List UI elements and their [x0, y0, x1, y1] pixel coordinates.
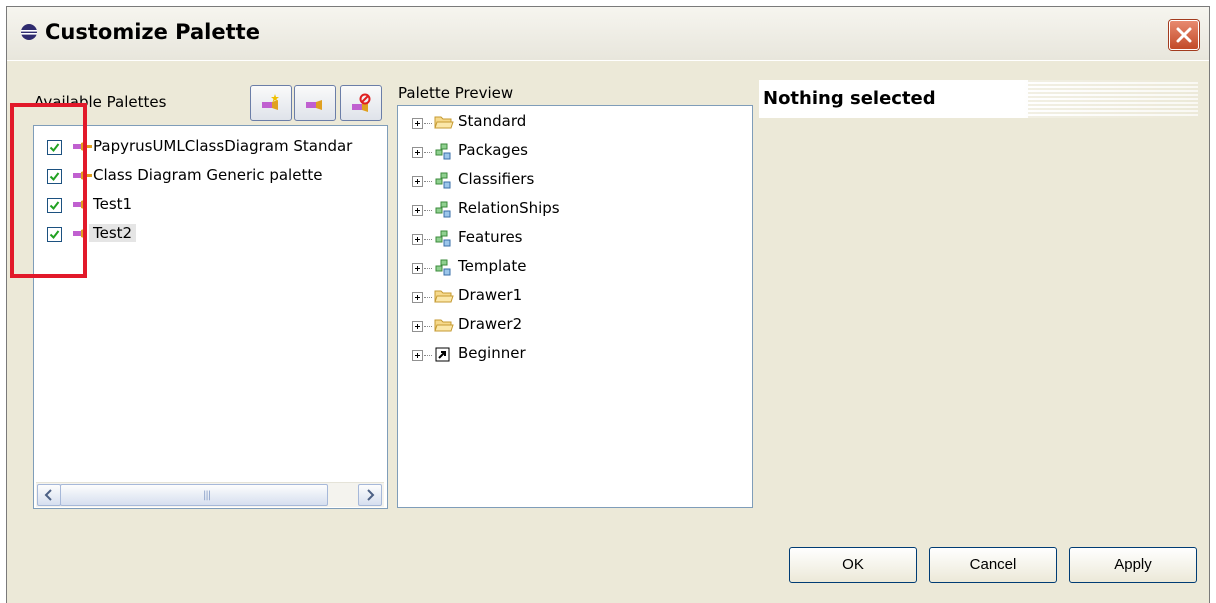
- ok-button[interactable]: OK: [789, 547, 917, 583]
- delete-palette-icon: [352, 93, 371, 112]
- tree-item-label: Template: [458, 257, 527, 275]
- new-palette-button[interactable]: [250, 85, 292, 121]
- tree-item-label: RelationShips: [458, 199, 560, 217]
- title-bar: Customize Palette: [7, 7, 1209, 61]
- scroll-right-button[interactable]: [358, 484, 382, 506]
- tree-item-label: Standard: [458, 112, 527, 130]
- tree-item-label: Features: [458, 228, 523, 246]
- tree-item-label: Classifiers: [458, 170, 535, 188]
- chevron-right-icon: [367, 489, 375, 501]
- expand-icon[interactable]: [412, 176, 423, 187]
- nothing-selected-label: Nothing selected: [763, 88, 936, 109]
- expand-icon[interactable]: [412, 118, 423, 129]
- close-button[interactable]: [1169, 20, 1199, 50]
- palette-item[interactable]: PapyrusUMLClassDiagram Standar: [47, 136, 377, 160]
- cancel-button[interactable]: Cancel: [929, 547, 1057, 583]
- scroll-thumb[interactable]: |||: [60, 484, 328, 506]
- window-title: Customize Palette: [45, 20, 260, 44]
- folder-icon: [434, 290, 454, 303]
- horizontal-scrollbar[interactable]: |||: [36, 482, 384, 507]
- edit-palette-button[interactable]: [294, 85, 336, 121]
- palette-item[interactable]: Test1: [47, 194, 377, 218]
- grip-icon: |||: [203, 490, 211, 501]
- delete-palette-button[interactable]: [340, 85, 382, 121]
- palette-label: Test1: [93, 195, 133, 213]
- close-icon: [1176, 27, 1192, 43]
- palette-item[interactable]: Class Diagram Generic palette: [47, 165, 377, 189]
- new-palette-icon: [262, 94, 279, 110]
- stack-icon: [435, 172, 451, 189]
- tree-item-label: Drawer2: [458, 315, 523, 333]
- stack-icon: [435, 259, 451, 276]
- palette-label: PapyrusUMLClassDiagram Standar: [93, 137, 353, 155]
- palette-preview-label: Palette Preview: [398, 84, 514, 102]
- expand-icon[interactable]: [412, 321, 423, 332]
- checkbox-highlight: [10, 103, 87, 278]
- expand-icon[interactable]: [412, 292, 423, 303]
- stack-icon: [435, 201, 451, 218]
- tree-item-label: Packages: [458, 141, 528, 159]
- folder-icon: [434, 116, 454, 129]
- expand-icon[interactable]: [412, 234, 423, 245]
- chevron-left-icon: [44, 489, 52, 501]
- expand-icon[interactable]: [412, 263, 423, 274]
- tree-item-label: Beginner: [458, 344, 526, 362]
- expand-icon[interactable]: [412, 205, 423, 216]
- tree-item-label: Drawer1: [458, 286, 523, 304]
- details-header: Nothing selected: [759, 80, 1198, 118]
- stack-icon: [435, 143, 451, 160]
- folder-icon: [434, 319, 454, 332]
- shortcut-icon: [435, 347, 450, 362]
- expand-icon[interactable]: [412, 147, 423, 158]
- eclipse-icon: [21, 24, 37, 40]
- palette-label: Test2: [89, 224, 137, 242]
- palette-label: Class Diagram Generic palette: [93, 166, 323, 184]
- expand-icon[interactable]: [412, 350, 423, 361]
- stack-icon: [435, 230, 451, 247]
- palette-preview-tree: Standard Packages Classifiers RelationSh…: [397, 105, 753, 508]
- palette-item[interactable]: Test2: [47, 223, 377, 247]
- scroll-left-button[interactable]: [37, 484, 61, 506]
- apply-button[interactable]: Apply: [1069, 547, 1197, 583]
- edit-palette-icon: [306, 100, 322, 110]
